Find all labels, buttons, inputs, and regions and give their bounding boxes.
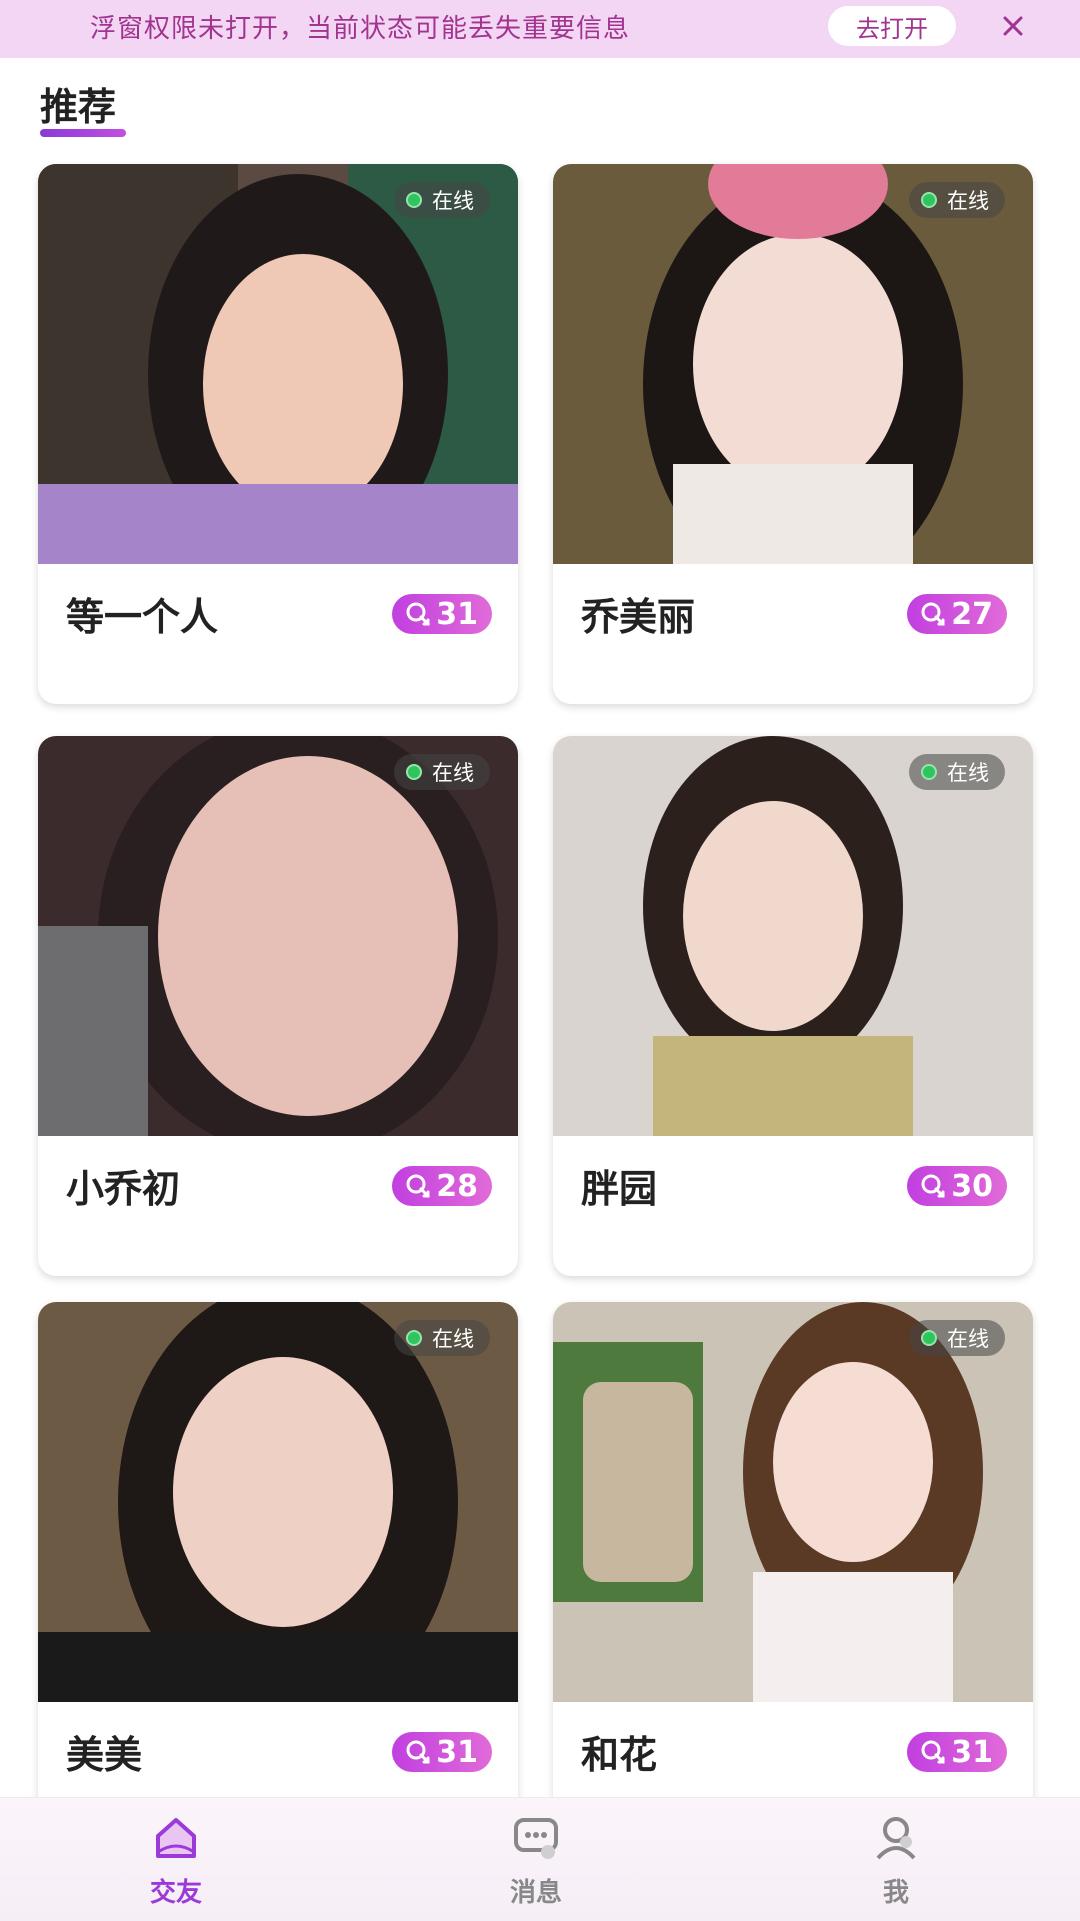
age-badge: 27 bbox=[907, 594, 1007, 634]
age-value: 31 bbox=[951, 1734, 993, 1770]
online-dot-icon bbox=[406, 1330, 422, 1346]
profile-photo bbox=[553, 1302, 1033, 1702]
age-badge: 30 bbox=[907, 1166, 1007, 1206]
online-dot-icon bbox=[921, 192, 937, 208]
female-icon bbox=[406, 1740, 430, 1764]
status-label: 在线 bbox=[947, 761, 989, 785]
profile-card[interactable]: 在线 乔美丽 27 bbox=[553, 164, 1033, 704]
age-value: 31 bbox=[436, 1734, 478, 1770]
page-title: 推荐 bbox=[40, 85, 117, 129]
nav-tab-messages[interactable]: 消息 bbox=[456, 1798, 616, 1921]
profile-name: 和花 bbox=[581, 1733, 658, 1777]
age-value: 28 bbox=[436, 1168, 478, 1204]
title-underline bbox=[40, 129, 126, 137]
nav-label: 我 bbox=[882, 1878, 909, 1908]
status-label: 在线 bbox=[947, 1327, 989, 1351]
profile-photo bbox=[553, 736, 1033, 1136]
open-permission-button[interactable]: 去打开 bbox=[828, 6, 956, 46]
profile-card[interactable]: 在线 和花 31 bbox=[553, 1302, 1033, 1842]
nav-tab-profile[interactable]: 我 bbox=[816, 1798, 976, 1921]
profile-name: 小乔初 bbox=[66, 1167, 181, 1211]
status-label: 在线 bbox=[432, 761, 474, 785]
age-badge: 31 bbox=[392, 594, 492, 634]
nav-tab-friends[interactable]: 交友 bbox=[96, 1798, 256, 1921]
age-badge: 31 bbox=[392, 1732, 492, 1772]
female-icon bbox=[921, 1740, 945, 1764]
age-value: 31 bbox=[436, 596, 478, 632]
status-label: 在线 bbox=[947, 189, 989, 213]
profile-name: 乔美丽 bbox=[581, 595, 696, 639]
female-icon bbox=[921, 1174, 945, 1198]
profile-card[interactable]: 在线 胖园 30 bbox=[553, 736, 1033, 1276]
status-label: 在线 bbox=[432, 189, 474, 213]
online-status-badge: 在线 bbox=[909, 1320, 1005, 1356]
online-status-badge: 在线 bbox=[909, 754, 1005, 790]
floating-permission-banner: 浮窗权限未打开，当前状态可能丢失重要信息 去打开 bbox=[0, 0, 1080, 58]
online-status-badge: 在线 bbox=[394, 182, 490, 218]
age-badge: 31 bbox=[907, 1732, 1007, 1772]
online-status-badge: 在线 bbox=[394, 1320, 490, 1356]
status-label: 在线 bbox=[432, 1327, 474, 1351]
online-dot-icon bbox=[921, 1330, 937, 1346]
home-icon bbox=[156, 1818, 196, 1858]
online-dot-icon bbox=[406, 764, 422, 780]
close-icon[interactable] bbox=[995, 8, 1031, 44]
profile-icon bbox=[876, 1817, 916, 1860]
online-status-badge: 在线 bbox=[909, 182, 1005, 218]
online-dot-icon bbox=[406, 192, 422, 208]
age-value: 30 bbox=[951, 1168, 993, 1204]
female-icon bbox=[921, 602, 945, 626]
nav-label: 消息 bbox=[509, 1878, 562, 1908]
female-icon bbox=[406, 602, 430, 626]
profile-card[interactable]: 在线 美美 31 bbox=[38, 1302, 518, 1842]
profile-photo bbox=[553, 164, 1033, 564]
bottom-navigation: 交友 消息 我 bbox=[0, 1797, 1080, 1921]
banner-message: 浮窗权限未打开，当前状态可能丢失重要信息 bbox=[90, 14, 631, 44]
female-icon bbox=[406, 1174, 430, 1198]
profile-card[interactable]: 在线 小乔初 28 bbox=[38, 736, 518, 1276]
age-badge: 28 bbox=[392, 1166, 492, 1206]
chat-icon bbox=[514, 1818, 558, 1859]
profile-photo bbox=[38, 164, 518, 564]
age-value: 27 bbox=[951, 596, 993, 632]
online-dot-icon bbox=[921, 764, 937, 780]
profile-name: 胖园 bbox=[581, 1167, 658, 1211]
nav-label: 交友 bbox=[149, 1878, 202, 1908]
profile-photo bbox=[38, 1302, 518, 1702]
profile-photo bbox=[38, 736, 518, 1136]
profile-name: 美美 bbox=[66, 1733, 143, 1777]
profile-card[interactable]: 在线 等一个人 31 bbox=[38, 164, 518, 704]
profile-name: 等一个人 bbox=[66, 595, 219, 639]
online-status-badge: 在线 bbox=[394, 754, 490, 790]
